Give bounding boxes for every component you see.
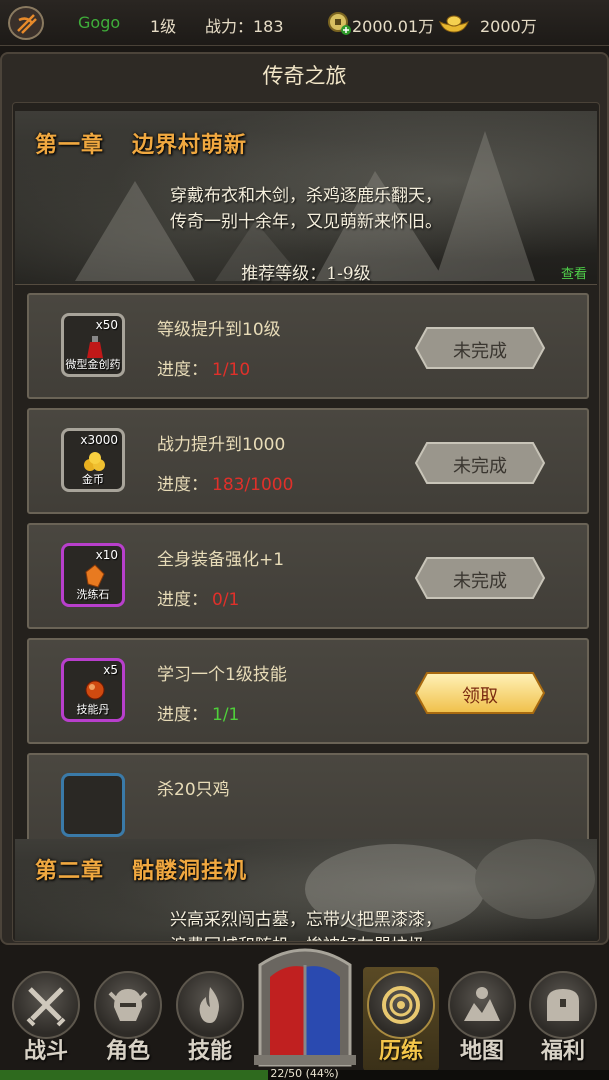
item-quantity: x3000 xyxy=(80,433,118,447)
task-progress: 进度： 1/1 xyxy=(157,700,239,725)
nav-label: 地图 xyxy=(459,1039,504,1064)
incomplete-button[interactable]: 未完成 xyxy=(415,557,545,599)
chapter-2-poem: 兴高采烈闯古墓，忘带火把黑漆漆， 浪费回城和随机，惨被好友骂垃圾。 xyxy=(15,907,597,941)
progress-label: 进度： xyxy=(157,705,208,725)
chapter-2-banner[interactable]: 第二章 骷髅洞挂机 兴高采烈闯古墓，忘带火把黑漆漆， 浪费回城和随机，惨被好友骂垃… xyxy=(15,839,597,941)
view-link[interactable]: 查看 xyxy=(561,263,587,282)
player-power: 战力：183 xyxy=(205,17,284,36)
task-card: x5 技能丹 学习一个1级技能 进度： 1/1 领取 xyxy=(27,638,589,744)
task-card: x50 微型金创药 等级提升到10级 进度： 1/10 未完成 xyxy=(27,293,589,399)
skill-pill-icon xyxy=(85,680,105,700)
top-status-bar: Gogo 1级 战力：183 2000.01万 2000万 xyxy=(0,0,609,46)
task-progress: 进度： 0/1 xyxy=(157,585,239,610)
refining-stone-icon xyxy=(85,564,105,588)
poem-line: 传奇一别十余年，又见萌新来怀旧。 xyxy=(170,212,442,232)
button-label: 未完成 xyxy=(453,341,507,362)
item-name: 微型金创药 xyxy=(65,358,121,371)
progress-label: 进度： xyxy=(157,475,208,495)
logo-icon[interactable] xyxy=(8,6,44,40)
ingot-amount: 2000万 xyxy=(480,17,537,36)
flame-icon xyxy=(176,971,244,1039)
chapter-2-title: 第二章 骷髅洞挂机 xyxy=(35,853,247,885)
item-name: 金币 xyxy=(82,473,104,486)
reward-item[interactable]: x50 微型金创药 xyxy=(61,313,125,377)
incomplete-button[interactable]: 未完成 xyxy=(415,327,545,369)
task-description: 学习一个1级技能 xyxy=(157,665,287,685)
task-description: 杀20只鸡 xyxy=(157,780,230,800)
nav-character[interactable]: 角色 xyxy=(90,967,166,1071)
item-name: 技能丹 xyxy=(76,703,110,716)
nav-label: 技能 xyxy=(187,1039,232,1064)
gold-ingot-icon xyxy=(438,12,470,34)
task-progress: 进度： 183/1000 xyxy=(157,470,293,495)
item-quantity: x50 xyxy=(95,318,118,332)
task-description: 全身装备强化+1 xyxy=(157,550,285,570)
nav-label: 历练 xyxy=(378,1039,423,1064)
claim-button[interactable]: 领取 xyxy=(415,672,545,714)
chapter-1-name: 边界村萌新 xyxy=(132,132,248,158)
recommended-level: 推荐等级：1-9级 xyxy=(241,264,371,284)
poem-line: 穿戴布衣和木剑，杀鸡逐鹿乐翻天， xyxy=(170,186,442,206)
coin-amount: 2000.01万 xyxy=(352,17,435,36)
nav-battle[interactable]: 战斗 xyxy=(8,967,84,1071)
legend-journey-panel: 传奇之旅 第一章 边界村萌新 穿戴布衣和木剑，杀鸡逐鹿乐翻天， 传奇一别十余年，又… xyxy=(0,52,609,945)
button-label: 未完成 xyxy=(453,456,507,477)
nav-label: 角色 xyxy=(105,1039,150,1064)
chapter-1-poem: 穿戴布衣和木剑，杀鸡逐鹿乐翻天， 传奇一别十余年，又见萌新来怀旧。 xyxy=(15,183,597,235)
nav-label: 战斗 xyxy=(23,1039,68,1064)
coin-add-icon[interactable] xyxy=(327,11,351,35)
incomplete-button[interactable]: 未完成 xyxy=(415,442,545,484)
progress-value: 1/1 xyxy=(212,705,240,725)
nav-welfare[interactable]: 福利 xyxy=(525,967,601,1071)
progress-value: 183/1000 xyxy=(212,475,294,495)
item-quantity: x10 xyxy=(95,548,118,562)
item-name: 洗练石 xyxy=(76,588,110,601)
panel-title: 传奇之旅 xyxy=(262,64,347,88)
reward-item[interactable]: x3000 金币 xyxy=(61,428,125,492)
reward-item[interactable]: x5 技能丹 xyxy=(61,658,125,722)
chapter-2-number: 第二章 xyxy=(35,858,105,884)
task-card: x3000 金币 战力提升到1000 进度： 183/1000 未完成 xyxy=(27,408,589,514)
experience-text: 22/50 (44%) xyxy=(270,1067,339,1080)
helmet-icon xyxy=(94,971,162,1039)
poem-line: 浪费回城和随机，惨被好友骂垃圾。 xyxy=(15,933,597,941)
progress-label: 进度： xyxy=(157,360,208,380)
nav-label: 福利 xyxy=(540,1039,585,1064)
treasure-chest-icon xyxy=(529,971,597,1039)
reward-item[interactable] xyxy=(61,773,125,837)
bottom-nav: 战斗 角色 技能 历练 地图 福利 xyxy=(0,945,609,1080)
nav-training[interactable]: 历练 xyxy=(363,967,439,1071)
experience-bar: 22/50 (44%) xyxy=(0,1067,609,1080)
player-name: Gogo xyxy=(78,13,121,32)
gold-coins-icon xyxy=(84,452,105,471)
portal-gate[interactable] xyxy=(250,945,360,1068)
nav-map[interactable]: 地图 xyxy=(444,967,520,1071)
swirl-icon xyxy=(367,971,435,1039)
chapter-1-number: 第一章 xyxy=(35,132,105,158)
player-level: 1级 xyxy=(150,17,177,36)
crossed-swords-icon xyxy=(12,971,80,1039)
nav-skills[interactable]: 技能 xyxy=(172,967,248,1071)
button-label: 未完成 xyxy=(453,571,507,592)
task-card: x10 洗练石 全身装备强化+1 进度： 0/1 未完成 xyxy=(27,523,589,629)
task-description: 战力提升到1000 xyxy=(157,435,286,455)
button-label: 领取 xyxy=(462,686,498,707)
chapter-list[interactable]: 第一章 边界村萌新 穿戴布衣和木剑，杀鸡逐鹿乐翻天， 传奇一别十余年，又见萌新来怀… xyxy=(12,102,600,942)
item-quantity: x5 xyxy=(103,663,118,677)
task-description: 等级提升到10级 xyxy=(157,320,281,340)
chapter-2-name: 骷髅洞挂机 xyxy=(132,858,248,884)
chapter-1-banner[interactable]: 第一章 边界村萌新 穿戴布衣和木剑，杀鸡逐鹿乐翻天， 传奇一别十余年，又见萌新来怀… xyxy=(15,111,597,285)
reward-item[interactable]: x10 洗练石 xyxy=(61,543,125,607)
poem-line: 兴高采烈闯古墓，忘带火把黑漆漆， xyxy=(170,910,442,930)
map-pin-icon xyxy=(448,971,516,1039)
progress-value: 1/10 xyxy=(212,360,251,380)
progress-value: 0/1 xyxy=(212,590,240,610)
chapter-1-title: 第一章 边界村萌新 xyxy=(35,127,247,159)
progress-label: 进度： xyxy=(157,590,208,610)
task-progress: 进度： 1/10 xyxy=(157,355,250,380)
